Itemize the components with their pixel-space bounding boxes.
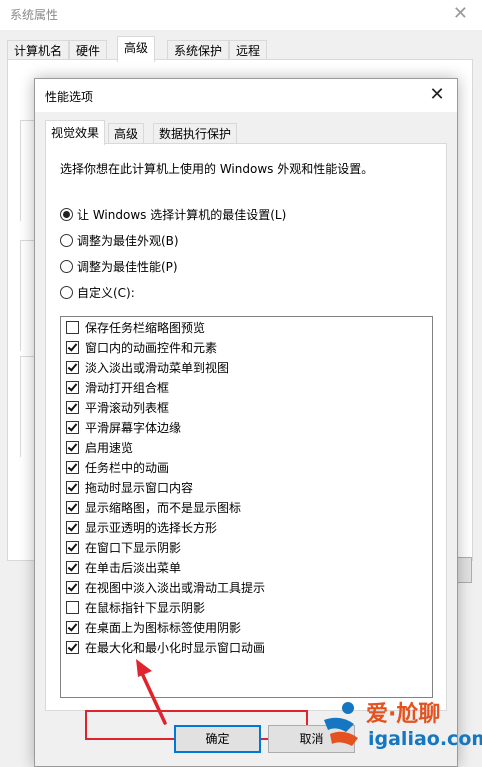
list-item[interactable]: 在单击后淡出菜单 — [66, 559, 181, 577]
list-item-label: 滑动打开组合框 — [85, 381, 170, 395]
checkbox[interactable] — [66, 321, 79, 334]
list-item[interactable]: 窗口内的动画控件和元素 — [66, 339, 217, 357]
list-item-label: 启用速览 — [85, 441, 134, 455]
list-item-label: 在最大化和最小化时显示窗口动画 — [85, 641, 266, 655]
checkbox[interactable] — [66, 381, 79, 394]
checkbox[interactable] — [66, 621, 79, 634]
list-item-label: 平滑屏幕字体边缘 — [85, 421, 182, 435]
list-item[interactable]: 任务栏中的动画 — [66, 459, 169, 477]
checkbox[interactable] — [66, 501, 79, 514]
radio-icon[interactable] — [60, 260, 73, 273]
list-item-label: 在鼠标指针下显示阴影 — [85, 601, 206, 615]
list-item[interactable]: 滑动打开组合框 — [66, 379, 169, 397]
list-item-label: 显示缩略图，而不是显示图标 — [85, 501, 242, 515]
list-item-label: 平滑滚动列表框 — [85, 401, 170, 415]
close-icon[interactable]: ✕ — [453, 3, 468, 24]
list-item-label: 拖动时显示窗口内容 — [85, 481, 194, 495]
list-item[interactable]: 显示亚透明的选择长方形 — [66, 519, 217, 537]
watermark: 爱·尬聊 igaliao.com — [318, 692, 482, 765]
radio-label: 调整为最佳性能(P) — [77, 260, 178, 274]
list-item-label: 在窗口下显示阴影 — [85, 541, 182, 555]
checkbox[interactable] — [66, 341, 79, 354]
tab-data-execution-prevention[interactable]: 数据执行保护 — [153, 123, 238, 144]
radio-label: 自定义(C): — [77, 286, 135, 300]
radio-custom[interactable]: 自定义(C): — [60, 284, 135, 302]
list-item[interactable]: 拖动时显示窗口内容 — [66, 479, 193, 497]
checkbox[interactable] — [66, 441, 79, 454]
radio-best-appearance[interactable]: 调整为最佳外观(B) — [60, 232, 179, 250]
radio-label: 让 Windows 选择计算机的最佳设置(L) — [77, 208, 287, 222]
list-item[interactable]: 启用速览 — [66, 439, 133, 457]
watermark-logo-icon — [324, 702, 358, 746]
list-item-label: 任务栏中的动画 — [85, 461, 170, 475]
list-item-label: 保存任务栏缩略图预览 — [85, 321, 206, 335]
radio-icon[interactable] — [60, 208, 73, 221]
checkbox[interactable] — [66, 421, 79, 434]
close-icon[interactable]: ✕ — [423, 82, 451, 108]
list-item[interactable]: 在视图中淡入淡出或滑动工具提示 — [66, 579, 265, 597]
tab-hardware[interactable]: 硬件 — [69, 40, 108, 61]
list-item[interactable]: 保存任务栏缩略图预览 — [66, 319, 205, 337]
checkbox[interactable] — [66, 461, 79, 474]
list-item[interactable]: 平滑屏幕字体边缘 — [66, 419, 181, 437]
tab-advanced[interactable]: 高级 — [108, 123, 145, 144]
radio-best-performance[interactable]: 调整为最佳性能(P) — [60, 258, 178, 276]
list-item-label: 淡入淡出或滑动菜单到视图 — [85, 361, 230, 375]
checkbox[interactable] — [66, 401, 79, 414]
dialog-titlebar: 性能选项 ✕ — [35, 79, 457, 112]
checkbox[interactable] — [66, 581, 79, 594]
group-frame — [20, 120, 35, 221]
checkbox[interactable] — [66, 521, 79, 534]
tab-remote[interactable]: 远程 — [229, 40, 268, 61]
watermark-text-en: igaliao.com — [368, 728, 482, 750]
checkbox[interactable] — [66, 561, 79, 574]
list-item-label: 在单击后淡出菜单 — [85, 561, 182, 575]
system-properties-titlebar: 系统属性 ✕ — [0, 0, 482, 30]
tab-advanced[interactable]: 高级 — [117, 36, 156, 62]
annotation-arrow-icon — [136, 659, 167, 725]
group-frame — [20, 240, 35, 351]
checkbox[interactable] — [66, 641, 79, 654]
list-item[interactable]: 显示缩略图，而不是显示图标 — [66, 499, 241, 517]
list-item[interactable]: 淡入淡出或滑动菜单到视图 — [66, 359, 229, 377]
performance-options-dialog: 性能选项 ✕ 视觉效果 高级 数据执行保护 选择你想在此计算机上使用的 Wind… — [34, 78, 458, 767]
list-item[interactable]: 在窗口下显示阴影 — [66, 539, 181, 557]
watermark-text-cn: 爱·尬聊 — [366, 702, 441, 727]
radio-icon[interactable] — [60, 234, 73, 247]
tab-visual-effects[interactable]: 视觉效果 — [45, 120, 106, 145]
list-item-label: 窗口内的动画控件和元素 — [85, 341, 218, 355]
radio-icon[interactable] — [60, 286, 73, 299]
dialog-title: 性能选项 — [45, 90, 94, 104]
tab-system-protection[interactable]: 系统保护 — [167, 40, 230, 61]
description-text: 选择你想在此计算机上使用的 Windows 外观和性能设置。 — [60, 162, 374, 176]
tab-computer-name[interactable]: 计算机名 — [7, 40, 70, 61]
list-item[interactable]: 在鼠标指针下显示阴影 — [66, 599, 205, 617]
system-properties-title: 系统属性 — [10, 8, 59, 22]
list-item-label: 在桌面上为图标标签使用阴影 — [85, 621, 242, 635]
ok-button[interactable]: 确定 — [174, 725, 261, 753]
list-item-label: 在视图中淡入淡出或滑动工具提示 — [85, 581, 266, 595]
checkbox[interactable] — [66, 361, 79, 374]
list-item[interactable]: 平滑滚动列表框 — [66, 399, 169, 417]
visual-effects-panel: 选择你想在此计算机上使用的 Windows 外观和性能设置。 让 Windows… — [45, 143, 447, 711]
checkbox[interactable] — [66, 481, 79, 494]
radio-let-windows-choose[interactable]: 让 Windows 选择计算机的最佳设置(L) — [60, 206, 286, 224]
visual-effects-list[interactable]: 保存任务栏缩略图预览 窗口内的动画控件和元素 淡入淡出或滑动菜单到视图 滑动打开组合框… — [60, 316, 433, 698]
list-item-label: 显示亚透明的选择长方形 — [85, 521, 218, 535]
list-item[interactable]: 在桌面上为图标标签使用阴影 — [66, 619, 241, 637]
checkbox[interactable] — [66, 541, 79, 554]
checkbox[interactable] — [66, 601, 79, 614]
group-frame — [20, 356, 35, 457]
radio-label: 调整为最佳外观(B) — [77, 234, 179, 248]
